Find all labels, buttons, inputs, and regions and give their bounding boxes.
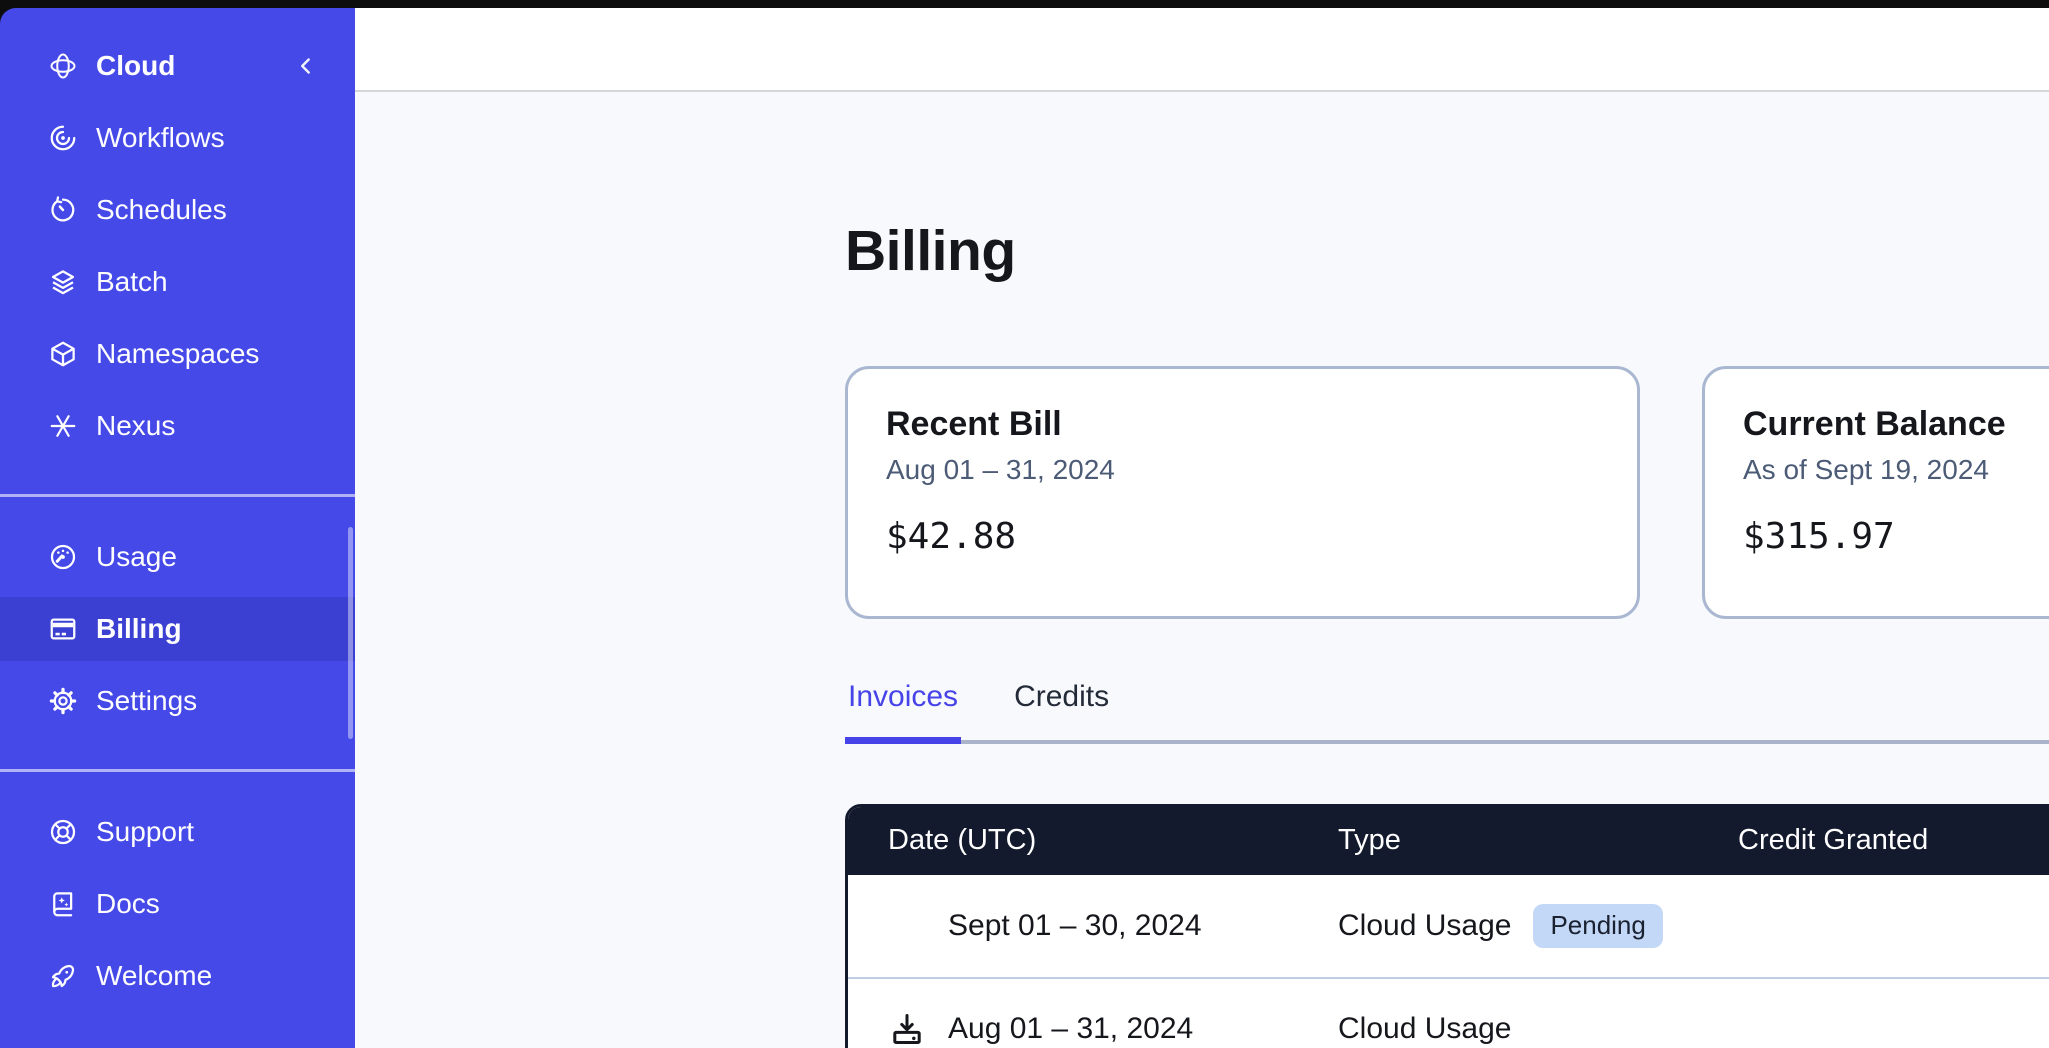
namespaces-icon [48,339,78,369]
table-header-row: Date (UTC) Type Credit Granted [848,807,2049,875]
content-area: Billing Recent Bill Aug 01 – 31, 2024 $4… [355,92,2049,1048]
column-header-credit-granted: Credit Granted [1698,824,2049,857]
sidebar-item-schedules[interactable]: Schedules [0,178,355,242]
sidebar-item-welcome[interactable]: Welcome [0,944,355,1008]
current-balance-card: Current Balance As of Sept 19, 2024 $315… [1702,366,2049,619]
brand-label: Cloud [96,50,175,82]
main-area: Billing Recent Bill Aug 01 – 31, 2024 $4… [355,8,2049,1048]
sidebar: Cloud Workflows [0,8,355,1048]
sidebar-item-docs[interactable]: Docs [0,872,355,936]
card-date-range: Aug 01 – 31, 2024 [886,454,1599,486]
card-amount: $315.97 [1743,516,2049,557]
page-title: Billing [845,220,2049,284]
column-header-date: Date (UTC) [848,824,1298,857]
chevron-left-icon[interactable] [293,53,319,79]
welcome-rocket-icon [48,961,78,991]
sidebar-item-label: Usage [96,541,177,573]
batch-icon [48,267,78,297]
sidebar-item-billing[interactable]: Billing [0,597,355,661]
sidebar-nav-middle: Usage Billing [0,525,355,741]
type-cell: Cloud Usage [1298,1012,1698,1046]
sidebar-scrollbar-thumb[interactable] [348,527,353,739]
sidebar-item-workflows[interactable]: Workflows [0,106,355,170]
table-row[interactable]: Sept 01 – 30, 2024 Cloud Usage Pending [848,875,2049,977]
app-window: Cloud Workflows [0,8,2049,1048]
sidebar-item-label: Batch [96,266,168,298]
sidebar-item-nexus[interactable]: Nexus [0,394,355,458]
billing-tabs: Invoices Credits [845,679,2049,744]
date-cell: Aug 01 – 31, 2024 [848,1010,1298,1048]
usage-icon [48,542,78,572]
sidebar-item-label: Namespaces [96,338,259,370]
card-date-range: As of Sept 19, 2024 [1743,454,2049,486]
table-row[interactable]: Aug 01 – 31, 2024 Cloud Usage [848,977,2049,1048]
tab-invoices[interactable]: Invoices [845,679,961,744]
download-icon-slot-empty [888,907,926,945]
docs-icon [48,889,78,919]
sidebar-item-label: Billing [96,613,182,645]
invoice-date: Sept 01 – 30, 2024 [948,909,1202,943]
sidebar-item-namespaces[interactable]: Namespaces [0,322,355,386]
sidebar-nav-top: Workflows Schedules [0,106,355,466]
sidebar-item-batch[interactable]: Batch [0,250,355,314]
type-cell: Cloud Usage Pending [1298,904,1698,948]
date-cell: Sept 01 – 30, 2024 [848,907,1298,945]
support-icon [48,817,78,847]
card-title: Recent Bill [886,405,1599,444]
invoice-type: Cloud Usage [1338,1012,1511,1046]
workflows-icon [48,123,78,153]
column-header-type: Type [1298,824,1698,857]
sidebar-divider [0,494,355,497]
sidebar-nav-bottom: Support Docs [0,800,355,1016]
nexus-icon [48,411,78,441]
sidebar-item-support[interactable]: Support [0,800,355,864]
card-amount: $42.88 [886,516,1599,557]
invoice-type: Cloud Usage [1338,909,1511,943]
tab-credits[interactable]: Credits [1011,679,1112,740]
sidebar-item-label: Workflows [96,122,225,154]
invoice-date: Aug 01 – 31, 2024 [948,1012,1193,1046]
sidebar-item-label: Docs [96,888,160,920]
status-badge: Pending [1533,904,1662,948]
sidebar-divider [0,769,355,772]
sidebar-item-label: Schedules [96,194,227,226]
download-invoice-icon[interactable] [888,1010,926,1048]
billing-icon [48,614,78,644]
billing-summary-cards: Recent Bill Aug 01 – 31, 2024 $42.88 Cur… [845,366,2049,619]
sidebar-item-label: Settings [96,685,197,717]
invoices-table: Date (UTC) Type Credit Granted Sept 01 –… [845,804,2049,1048]
sidebar-item-label: Support [96,816,194,848]
card-title: Current Balance [1743,405,2049,444]
top-bar [355,8,2049,92]
schedules-icon [48,195,78,225]
settings-icon [48,686,78,716]
sidebar-item-label: Nexus [96,410,175,442]
recent-bill-card: Recent Bill Aug 01 – 31, 2024 $42.88 [845,366,1640,619]
sidebar-item-usage[interactable]: Usage [0,525,355,589]
temporal-logo-icon [48,51,78,81]
sidebar-brand: Cloud [0,34,355,98]
sidebar-item-settings[interactable]: Settings [0,669,355,733]
sidebar-item-label: Welcome [96,960,212,992]
